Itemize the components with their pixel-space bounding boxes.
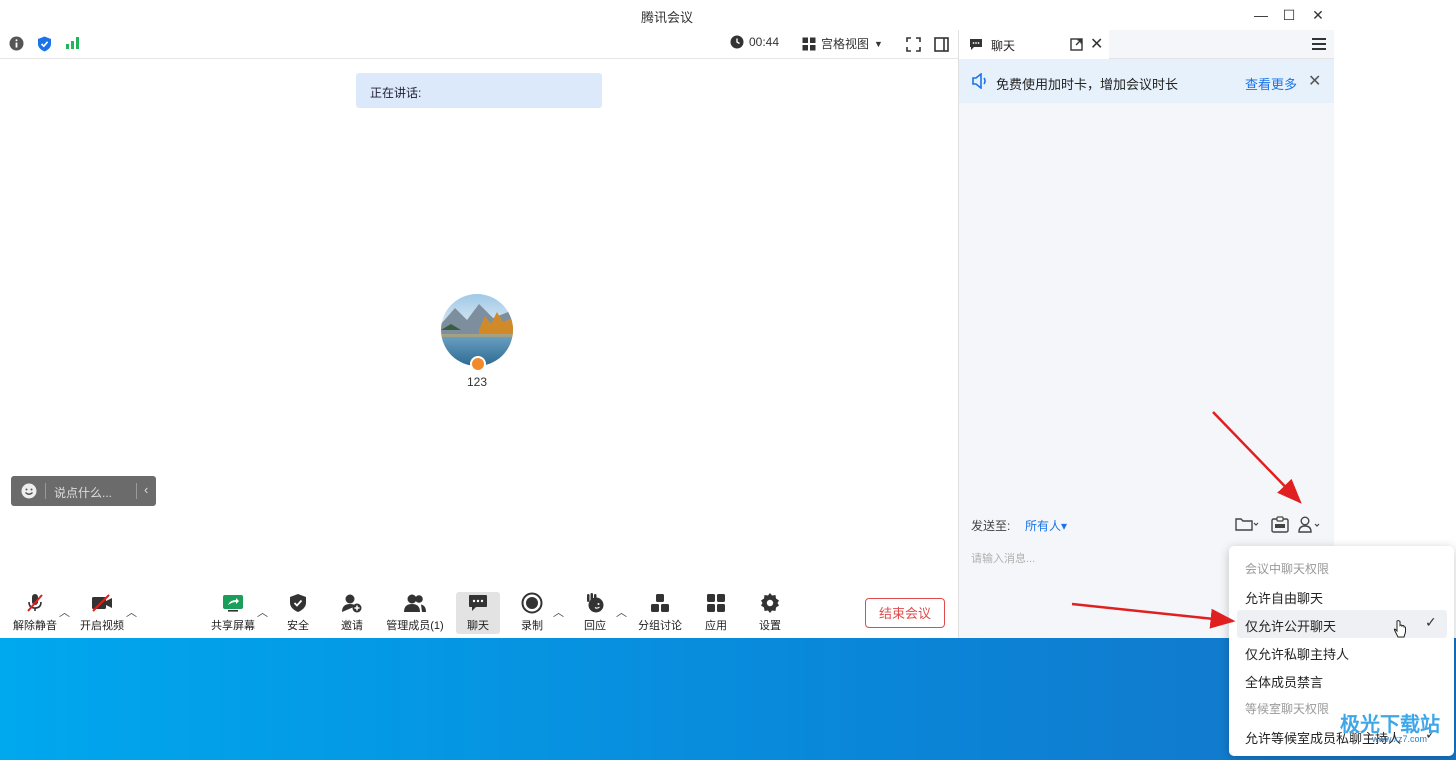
annotation-arrows [1071, 411, 1302, 629]
watermark-url: www.xz7.com [1372, 734, 1428, 744]
watermark-logo: 极光下载站 [1340, 714, 1440, 736]
arrow-to-permission-icon [1212, 411, 1302, 504]
arrow-to-public-option [1071, 602, 1236, 629]
